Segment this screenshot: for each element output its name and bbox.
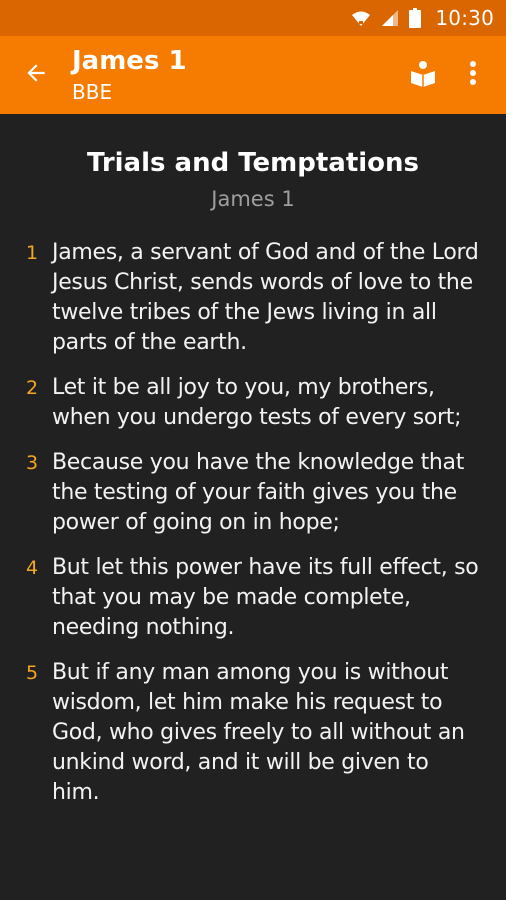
section-reference: James 1 <box>211 187 295 211</box>
more-vert-icon <box>469 60 477 90</box>
verse-number: 5 <box>26 662 39 684</box>
section-heading: Trials and Temptations <box>86 148 420 178</box>
verse-text: But let this power have its full effect,… <box>52 555 479 640</box>
reading-pane[interactable]: Trials and Temptations James 1 1 James, … <box>0 114 506 900</box>
verse-number: 4 <box>26 557 39 579</box>
verse-item[interactable]: 1 James, a servant of God and of the Lor… <box>0 238 506 358</box>
status-time: 10:30 <box>435 6 494 30</box>
app-bar: James 1 BBE <box>0 36 506 114</box>
translation-label: BBE <box>72 80 113 104</box>
verse-item[interactable]: 2 Let it be all joy to you, my brothers,… <box>0 373 506 433</box>
status-bar: 10:30 <box>0 0 506 36</box>
verse-text: Let it be all joy to you, my brothers, w… <box>52 375 462 430</box>
verse-text: Because you have the knowledge that the … <box>52 450 465 535</box>
verse-text: But if any man among you is without wisd… <box>52 660 465 805</box>
arrow-back-icon <box>23 60 49 90</box>
verse-number: 2 <box>26 377 39 399</box>
battery-icon <box>409 8 422 28</box>
book-reader-icon <box>409 59 437 91</box>
verse-item[interactable]: 5 But if any man among you is without wi… <box>0 658 506 808</box>
verse-item[interactable]: 3 Because you have the knowledge that th… <box>0 448 506 538</box>
verse-text: James, a servant of God and of the Lord … <box>52 240 479 355</box>
verse-item[interactable]: 4 But let this power have its full effec… <box>0 553 506 643</box>
more-options-button[interactable] <box>448 36 498 114</box>
chapter-title: James 1 <box>72 46 187 76</box>
back-button[interactable] <box>0 36 72 114</box>
verse-list: 1 James, a servant of God and of the Lor… <box>0 238 506 823</box>
verse-number: 3 <box>26 452 39 474</box>
wifi-icon <box>351 9 371 27</box>
reading-mode-button[interactable] <box>398 36 448 114</box>
verse-number: 1 <box>26 242 39 264</box>
toolbar-titles[interactable]: James 1 BBE <box>72 45 398 105</box>
signal-icon <box>381 9 399 27</box>
